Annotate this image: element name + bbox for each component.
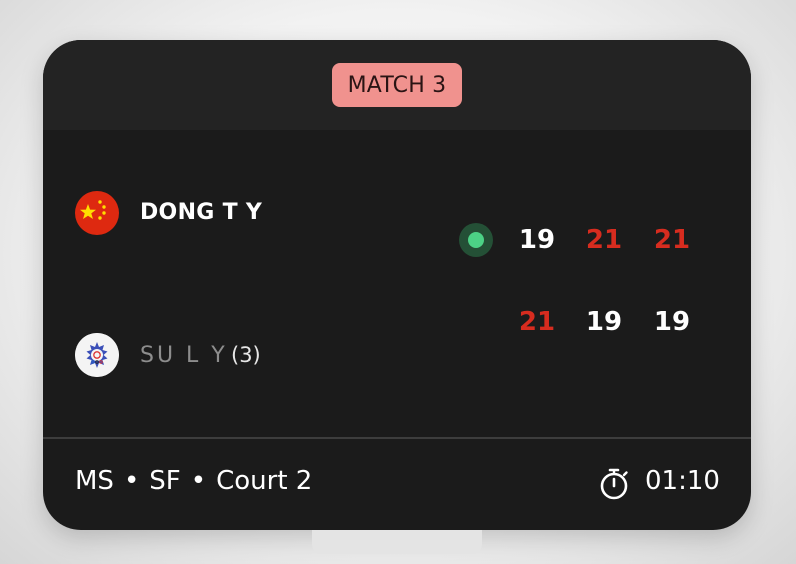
chinese-taipei-flag-icon — [75, 333, 119, 377]
court-label: Court 2 — [216, 466, 313, 496]
player2-game1-score: 21 — [518, 307, 556, 337]
china-flag-icon — [75, 191, 119, 235]
event-label: MS — [75, 466, 114, 496]
stopwatch-icon — [598, 467, 630, 505]
player2-game2-score: 19 — [585, 307, 623, 337]
round-label: SF — [149, 466, 181, 496]
player-seed: (3) — [231, 343, 261, 367]
match-card[interactable]: MATCH 3 DONG T Y 19 21 21 SU L Y (3) 21 … — [43, 40, 751, 530]
separator: • — [190, 466, 207, 496]
next-card-peek — [312, 530, 482, 554]
player-name: SU L Y — [140, 343, 228, 368]
divider — [43, 437, 751, 439]
player1-game1-score: 19 — [518, 225, 556, 255]
player2-game3-score: 19 — [653, 307, 691, 337]
player-name: DONG T Y — [140, 200, 263, 225]
serve-indicator-icon — [459, 223, 493, 257]
match-duration: 01:10 — [645, 466, 720, 496]
match-info: MS • SF • Court 2 — [75, 466, 312, 496]
player1-game3-score: 21 — [653, 225, 691, 255]
match-badge: MATCH 3 — [332, 63, 462, 107]
card-header: MATCH 3 — [43, 40, 751, 130]
player1-game2-score: 21 — [585, 225, 623, 255]
separator: • — [123, 466, 140, 496]
